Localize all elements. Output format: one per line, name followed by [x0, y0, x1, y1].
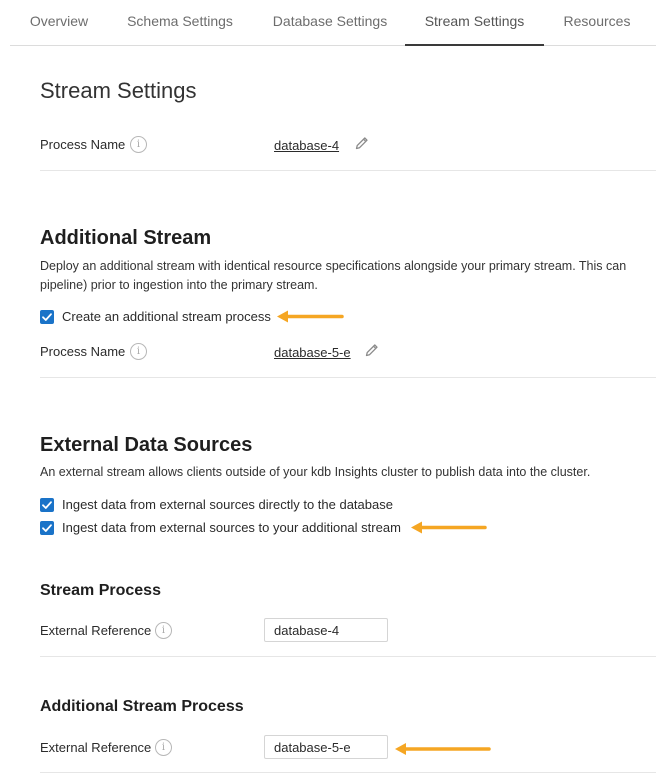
ingest-additional-checkbox[interactable] — [40, 521, 54, 535]
create-additional-stream-label[interactable]: Create an additional stream process — [62, 309, 271, 324]
page-title: Stream Settings — [40, 78, 197, 103]
additional-external-reference-label: External Reference — [40, 740, 152, 755]
additional-process-name-label: Process Name — [40, 344, 126, 359]
tab-database-settings[interactable]: Database Settings — [256, 0, 404, 45]
tab-bar: Overview Schema Settings Database Settin… — [10, 0, 656, 46]
external-data-sources-title: External Data Sources — [40, 434, 253, 456]
process-name-label: Process Name — [40, 137, 126, 152]
arrow-left-icon — [395, 743, 491, 755]
info-icon[interactable]: i — [155, 739, 172, 756]
additional-stream-desc-line1: Deploy an additional stream with identic… — [40, 259, 627, 273]
divider — [40, 772, 656, 773]
tab-resources[interactable]: Resources — [546, 0, 648, 45]
info-icon[interactable]: i — [130, 136, 147, 153]
process-name-value[interactable]: database-4 — [274, 138, 339, 153]
pencil-icon[interactable] — [364, 342, 380, 358]
check-icon — [42, 313, 52, 321]
arrow-left-icon — [411, 521, 487, 534]
divider — [40, 656, 656, 657]
tab-schema-settings[interactable]: Schema Settings — [110, 0, 250, 45]
tab-overview[interactable]: Overview — [10, 0, 108, 45]
arrow-left-icon — [277, 310, 344, 323]
check-icon — [42, 524, 52, 532]
external-data-sources-desc: An external stream allows clients outsid… — [40, 465, 591, 479]
pencil-icon[interactable] — [354, 135, 370, 151]
ingest-additional-label[interactable]: Ingest data from external sources to you… — [62, 520, 401, 535]
additional-process-name-value[interactable]: database-5-e — [274, 345, 351, 360]
check-icon — [42, 501, 52, 509]
external-reference-label: External Reference — [40, 623, 152, 638]
stream-settings-page: Overview Schema Settings Database Settin… — [0, 0, 656, 779]
additional-stream-title: Additional Stream — [40, 227, 212, 249]
additional-external-reference-input[interactable]: database-5-e — [264, 735, 388, 759]
info-icon[interactable]: i — [155, 622, 172, 639]
additional-stream-desc-line2: pipeline) prior to ingestion into the pr… — [40, 278, 318, 292]
additional-stream-process-title: Additional Stream Process — [40, 698, 244, 715]
content-panel — [10, 60, 656, 779]
tab-stream-settings[interactable]: Stream Settings — [405, 0, 544, 46]
stream-external-reference-input[interactable]: database-4 — [264, 618, 388, 642]
ingest-direct-label[interactable]: Ingest data from external sources direct… — [62, 497, 393, 512]
ingest-direct-checkbox[interactable] — [40, 498, 54, 512]
create-additional-stream-checkbox[interactable] — [40, 310, 54, 324]
divider — [40, 377, 656, 378]
divider — [40, 170, 656, 171]
info-icon[interactable]: i — [130, 343, 147, 360]
stream-process-title: Stream Process — [40, 582, 161, 599]
